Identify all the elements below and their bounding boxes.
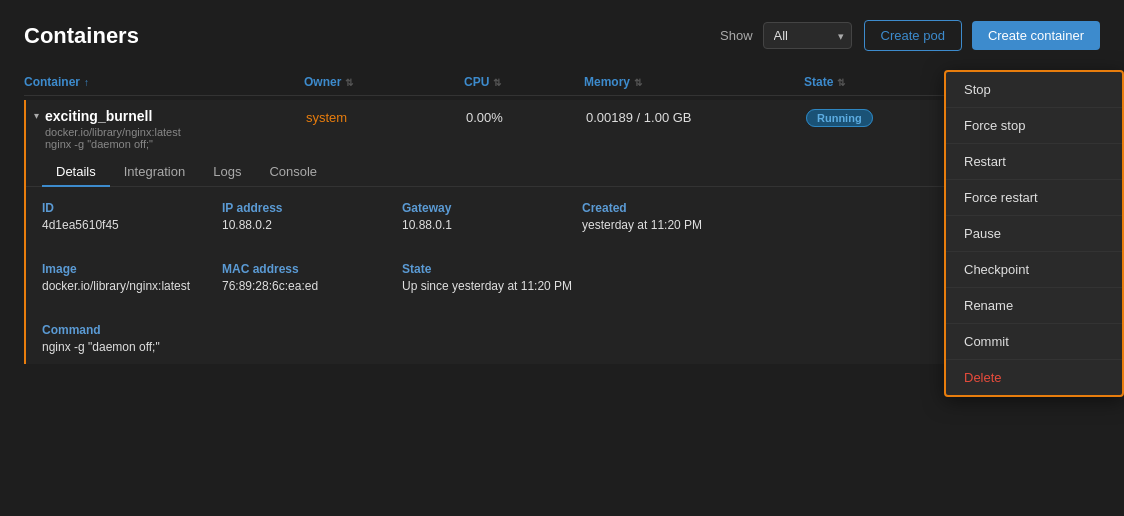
- create-pod-button[interactable]: Create pod: [864, 20, 962, 51]
- create-container-button[interactable]: Create container: [972, 21, 1100, 50]
- detail-group: MAC address76:89:28:6c:ea:ed: [222, 262, 402, 293]
- col-cpu-header[interactable]: CPU ⇅: [464, 75, 584, 89]
- col-memory-label: Memory: [584, 75, 630, 89]
- sort-icon-memory: ⇅: [634, 77, 642, 88]
- col-cpu-label: CPU: [464, 75, 489, 89]
- sort-icon-cpu: ⇅: [493, 77, 501, 88]
- menu-item-delete[interactable]: Delete: [946, 360, 1122, 395]
- context-menu: Stop Force stop Restart Force restart Pa…: [944, 70, 1124, 397]
- container-memory: 0.00189 / 1.00 GB: [586, 108, 806, 125]
- col-owner-header[interactable]: Owner ⇅: [304, 75, 464, 89]
- menu-item-stop[interactable]: Stop: [946, 72, 1122, 108]
- tab-integration[interactable]: Integration: [110, 158, 199, 187]
- col-container-label: Container: [24, 75, 80, 89]
- menu-item-pause[interactable]: Pause: [946, 216, 1122, 252]
- col-state-label: State: [804, 75, 833, 89]
- menu-item-force-stop[interactable]: Force stop: [946, 108, 1122, 144]
- container-name-group: exciting_burnell docker.io/library/nginx…: [45, 108, 181, 150]
- sort-icon-owner: ⇅: [345, 77, 353, 88]
- command-label: Command: [42, 323, 1084, 337]
- container-row: ▾ exciting_burnell docker.io/library/ngi…: [24, 100, 1100, 364]
- container-name-col: ▾ exciting_burnell docker.io/library/ngi…: [26, 108, 306, 150]
- tab-details[interactable]: Details: [42, 158, 110, 187]
- col-memory-header[interactable]: Memory ⇅: [584, 75, 804, 89]
- detail-group: Gateway10.88.0.1: [402, 201, 582, 232]
- sort-icon-state: ⇅: [837, 77, 845, 88]
- show-select[interactable]: All Running Stopped: [763, 22, 852, 49]
- menu-item-rename[interactable]: Rename: [946, 288, 1122, 324]
- expand-icon[interactable]: ▾: [34, 110, 39, 121]
- col-state-header[interactable]: State ⇅: [804, 75, 964, 89]
- header: Containers Show All Running Stopped Crea…: [24, 20, 1100, 51]
- col-container-header[interactable]: Container ↑: [24, 75, 304, 89]
- container-owner: system: [306, 108, 466, 125]
- tab-logs[interactable]: Logs: [199, 158, 255, 187]
- container-cmd: nginx -g "daemon off;": [45, 138, 181, 150]
- command-value: nginx -g "daemon off;": [42, 340, 1084, 354]
- show-select-wrapper[interactable]: All Running Stopped: [763, 22, 852, 49]
- container-image: docker.io/library/nginx:latest: [45, 126, 181, 138]
- state-badge: Running: [806, 109, 873, 127]
- page-title: Containers: [24, 23, 720, 49]
- page-wrapper: Containers Show All Running Stopped Crea…: [0, 0, 1124, 516]
- container-main-row: ▾ exciting_burnell docker.io/library/ngi…: [26, 100, 1100, 154]
- detail-group: ID4d1ea5610f45: [42, 201, 222, 232]
- menu-item-checkpoint[interactable]: Checkpoint: [946, 252, 1122, 288]
- detail-group: IP address10.88.0.2: [222, 201, 402, 232]
- menu-item-commit[interactable]: Commit: [946, 324, 1122, 360]
- menu-item-force-restart[interactable]: Force restart: [946, 180, 1122, 216]
- show-label: Show: [720, 28, 753, 43]
- command-row: Command nginx -g "daemon off;": [26, 323, 1100, 364]
- container-state: Running: [806, 108, 966, 125]
- sort-arrow-container: ↑: [84, 77, 89, 88]
- container-name: exciting_burnell: [45, 108, 181, 124]
- details-panel: ID4d1ea5610f45IP address10.88.0.2Gateway…: [26, 187, 1100, 323]
- menu-item-restart[interactable]: Restart: [946, 144, 1122, 180]
- table-header: Container ↑ Owner ⇅ CPU ⇅ Memory ⇅ State…: [24, 69, 1100, 96]
- tabs-row: Details Integration Logs Console: [26, 158, 1100, 187]
- col-owner-label: Owner: [304, 75, 341, 89]
- container-cpu: 0.00%: [466, 108, 586, 125]
- tab-console[interactable]: Console: [255, 158, 331, 187]
- detail-group: Imagedocker.io/library/nginx:latest: [42, 262, 222, 293]
- table-container: Container ↑ Owner ⇅ CPU ⇅ Memory ⇅ State…: [24, 69, 1100, 496]
